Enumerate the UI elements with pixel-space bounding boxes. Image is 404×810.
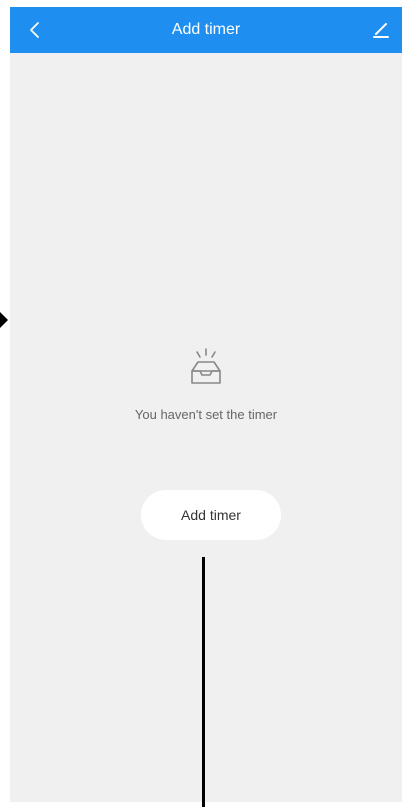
add-timer-button[interactable]: Add timer — [141, 490, 281, 540]
pencil-icon — [373, 23, 389, 38]
page-title: Add timer — [171, 21, 241, 38]
annotation-arrow-icon — [0, 312, 8, 328]
app-screen: Add timer You haven't set the timer Add … — [10, 7, 402, 802]
empty-state-message: You haven't set the timer — [134, 407, 278, 422]
header-bar: Add timer — [10, 7, 402, 53]
empty-tray-icon — [191, 348, 221, 384]
annotation-line — [202, 557, 205, 807]
edit-button[interactable] — [366, 15, 396, 45]
